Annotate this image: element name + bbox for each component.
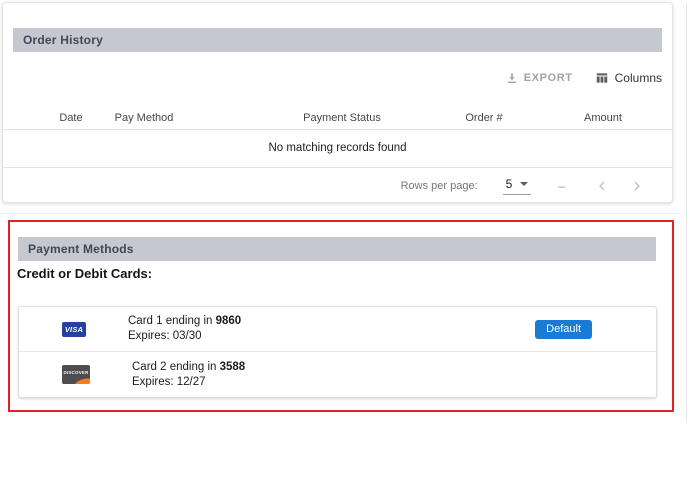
credit-debit-cards-heading: Credit or Debit Cards: — [17, 266, 152, 281]
discover-swoosh — [74, 377, 90, 384]
card-expiry-line: Expires: 12/27 — [132, 375, 245, 390]
default-badge[interactable]: Default — [535, 320, 592, 339]
order-history-title: Order History — [23, 33, 103, 47]
table-toolbar: EXPORT Columns — [505, 69, 662, 87]
visa-logo: VISA — [62, 322, 86, 337]
card-expiry-line: Expires: 03/30 — [128, 329, 241, 344]
columns-button[interactable]: Columns — [595, 71, 662, 85]
card-last4: 9860 — [216, 315, 242, 327]
column-header-date[interactable]: Date — [59, 112, 82, 124]
column-header-order-number[interactable]: Order # — [465, 112, 502, 124]
rows-per-page-label: Rows per page: — [401, 180, 478, 192]
card-number-line: Card 1 ending in 9860 — [128, 314, 241, 329]
chevron-right-icon — [628, 177, 646, 195]
saved-cards-list: VISA Card 1 ending in 9860 Expires: 03/3… — [18, 306, 657, 398]
export-button[interactable]: EXPORT — [505, 71, 573, 85]
payment-methods-header: Payment Methods — [18, 237, 656, 261]
payment-methods-section: Payment Methods Credit or Debit Cards: V… — [8, 220, 674, 412]
column-header-pay-method[interactable]: Pay Method — [115, 112, 174, 124]
page-range: – — [558, 179, 565, 193]
discover-logo: DISCOVER — [62, 365, 90, 384]
pagination: Rows per page: 5 – — [3, 167, 672, 204]
page: Order History EXPORT Columns — [0, 0, 690, 499]
order-history-card: Order History EXPORT Columns — [2, 2, 673, 203]
caret-down-icon — [520, 182, 528, 186]
card-row: VISA Card 1 ending in 9860 Expires: 03/3… — [19, 307, 656, 352]
previous-page-button[interactable] — [593, 177, 611, 195]
columns-icon — [595, 71, 609, 85]
card-details: Card 2 ending in 3588 Expires: 12/27 — [132, 360, 245, 390]
section-divider — [0, 213, 679, 214]
chevron-left-icon — [593, 177, 611, 195]
card-row: DISCOVER Card 2 ending in 3588 Expires: … — [19, 352, 656, 397]
card-details: Card 1 ending in 9860 Expires: 03/30 — [128, 314, 241, 344]
empty-table-message: No matching records found — [3, 129, 672, 167]
order-history-header: Order History — [13, 28, 662, 52]
download-icon — [505, 71, 519, 85]
page-right-divider — [686, 4, 687, 422]
column-header-payment-status[interactable]: Payment Status — [303, 112, 381, 124]
rows-per-page-select[interactable]: 5 — [503, 177, 532, 195]
payment-methods-title: Payment Methods — [28, 242, 134, 256]
next-page-button[interactable] — [628, 177, 646, 195]
card-last4: 3588 — [220, 361, 246, 373]
card-number-line: Card 2 ending in 3588 — [132, 360, 245, 375]
column-header-amount[interactable]: Amount — [584, 112, 622, 124]
